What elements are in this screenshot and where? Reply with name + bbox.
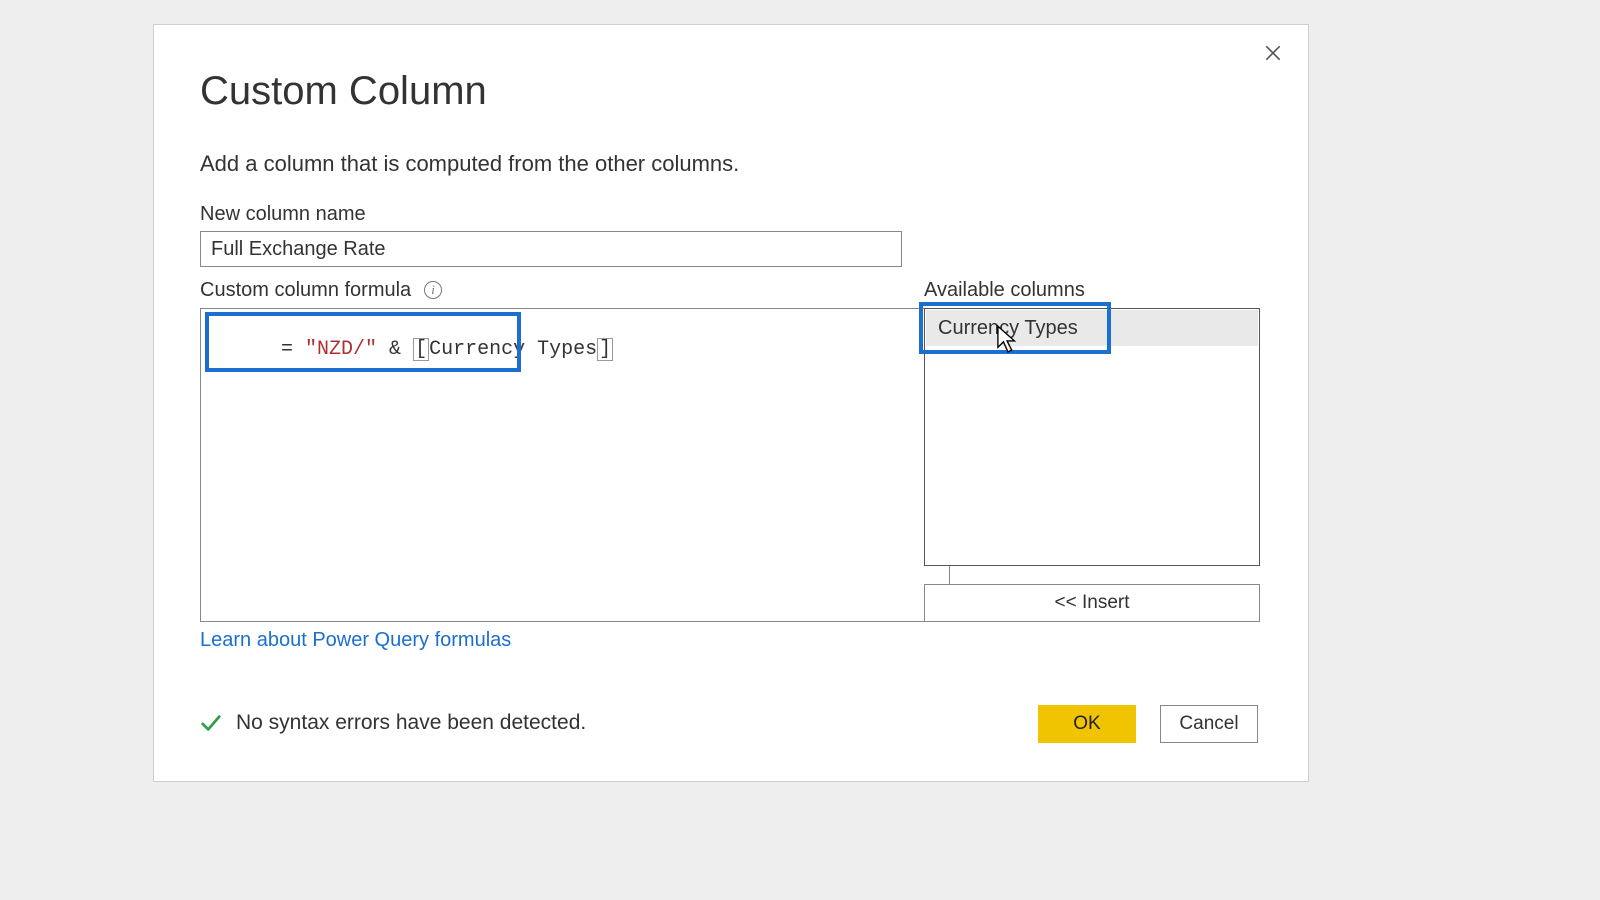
formula-token-equals: = — [281, 338, 305, 361]
new-column-name-input[interactable] — [200, 231, 902, 267]
available-column-item[interactable]: Currency Types — [926, 310, 1258, 346]
formula-label: Custom column formula — [200, 279, 411, 302]
learn-link[interactable]: Learn about Power Query formulas — [200, 629, 511, 652]
status-message: No syntax errors have been detected. — [236, 711, 586, 735]
dialog-title: Custom Column — [200, 69, 487, 114]
formula-token-string: "NZD/" — [305, 338, 377, 361]
close-icon — [1263, 43, 1283, 66]
close-button[interactable] — [1256, 37, 1290, 71]
formula-token-amp: & — [377, 338, 413, 361]
available-columns-list[interactable]: Currency Types — [924, 308, 1260, 566]
formula-token-rbracket: ] — [597, 338, 613, 361]
insert-button[interactable]: << Insert — [924, 584, 1260, 622]
custom-column-dialog: Custom Column Add a column that is compu… — [153, 24, 1309, 782]
check-icon — [200, 712, 222, 734]
formula-text: = "NZD/" & [Currency Types] — [209, 315, 613, 407]
cancel-button[interactable]: Cancel — [1160, 705, 1258, 743]
formula-token-column: Currency Types — [429, 338, 597, 361]
status-row: No syntax errors have been detected. — [200, 711, 586, 735]
info-icon[interactable]: i — [424, 281, 442, 299]
new-column-name-label: New column name — [200, 203, 366, 226]
available-columns-label: Available columns — [924, 279, 1085, 302]
formula-editor[interactable]: = "NZD/" & [Currency Types] — [200, 308, 950, 622]
dialog-subtitle: Add a column that is computed from the o… — [200, 151, 739, 177]
available-column-item-label: Currency Types — [938, 317, 1078, 340]
ok-button[interactable]: OK — [1038, 705, 1136, 743]
formula-token-lbracket: [ — [413, 338, 429, 361]
